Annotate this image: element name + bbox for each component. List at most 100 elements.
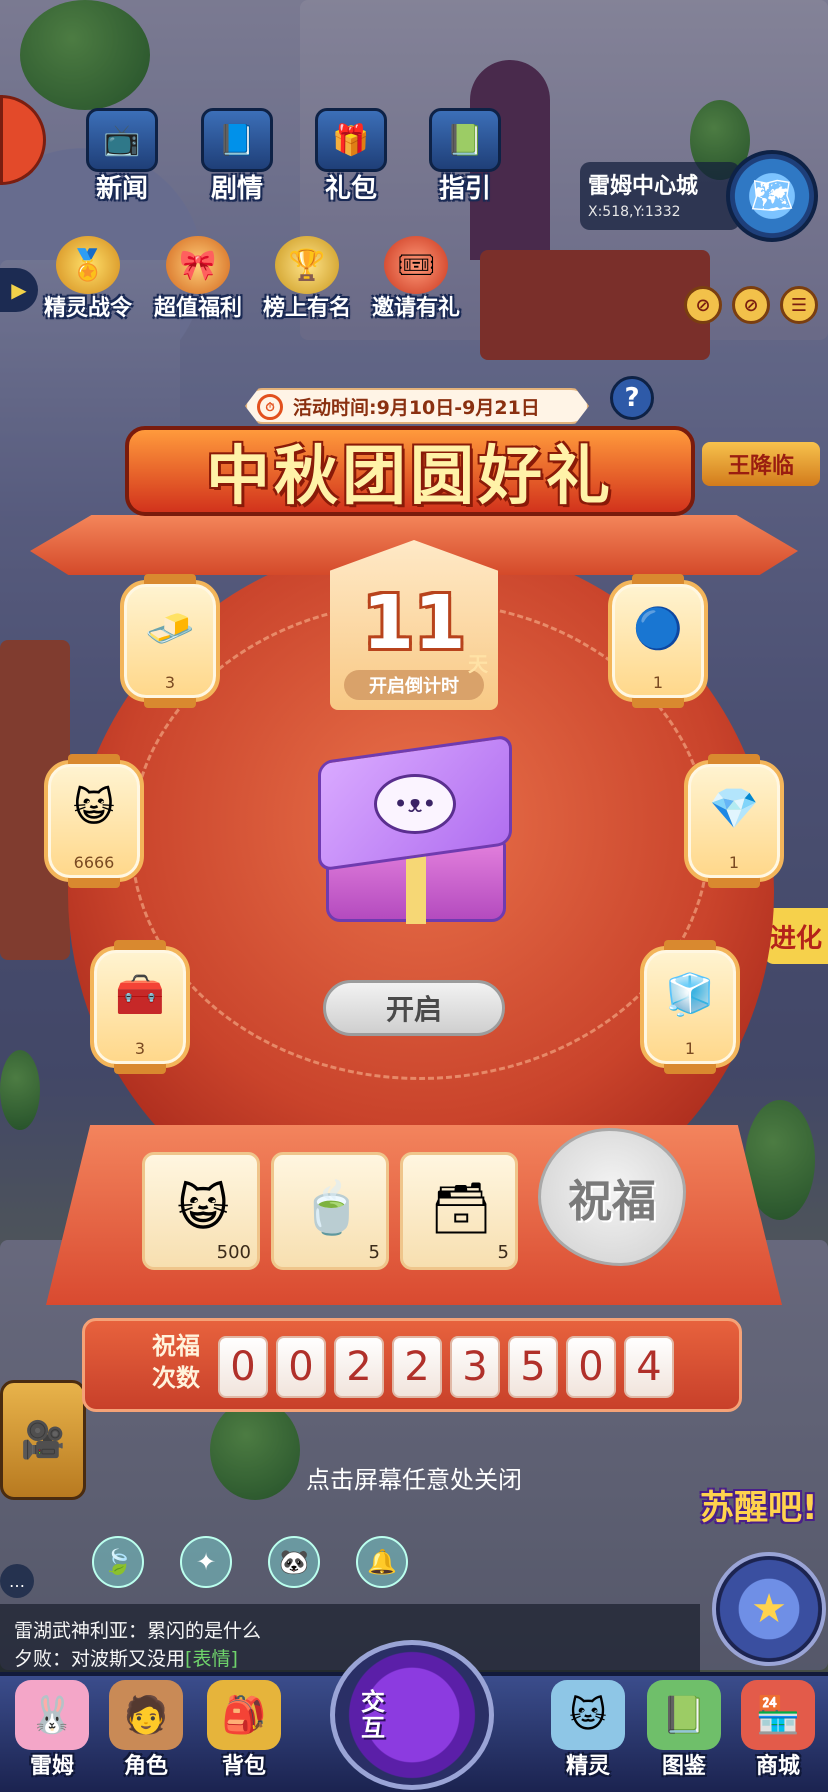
story-button[interactable]: 📘 剧情 [192, 108, 282, 205]
nav-label: 图鉴 [661, 1754, 706, 1779]
item-count: 1 [652, 673, 664, 692]
trophy-icon: 🏆 [275, 236, 339, 294]
star-icon: ★ [751, 1586, 787, 1632]
handbook-icon: 📗 [647, 1680, 721, 1750]
spirit-icon: 🐱 [551, 1680, 625, 1750]
mystery-gift-box[interactable]: •ᴥ• [312, 734, 518, 924]
item-count: 6666 [73, 853, 115, 872]
chat-speaker: 雷湖武神利亚 [14, 1620, 129, 1642]
red-treasure-chest-icon: 🧰 [115, 971, 165, 1018]
tea-cup-icon: 🍵 [300, 1178, 364, 1237]
chat-text: 累闪的是什么 [147, 1620, 262, 1642]
newspaper-icon: 📺 [86, 108, 158, 172]
invite-button[interactable]: 🎟 邀请有礼 [364, 236, 468, 322]
news-label: 新闻 [95, 174, 148, 204]
green-chest-icon: 🗃 [429, 1178, 493, 1237]
item-count: 1 [684, 1039, 696, 1058]
story-label: 剧情 [210, 174, 263, 204]
invite-ticket-icon: 🎟 [384, 236, 448, 294]
mute-music-button[interactable]: ⊘ [732, 286, 770, 324]
nav-label: 背包 [221, 1754, 266, 1779]
battle-pass-button[interactable]: 🏅 精灵战令 [36, 236, 140, 322]
bless-reward-item[interactable]: 😺 500 [142, 1152, 260, 1270]
mute-sound-button[interactable]: ⊘ [684, 286, 722, 324]
backpack-icon: 🎒 [207, 1680, 281, 1750]
nav-label: 商城 [755, 1754, 800, 1779]
help-button[interactable]: ? [610, 376, 654, 420]
gold-block-icon: 🧈 [145, 605, 195, 652]
interact-button[interactable]: 交互 [330, 1640, 494, 1790]
item-count: 5 [368, 1242, 380, 1263]
bless-count-label: 祝福次数 [152, 1332, 200, 1392]
counter-digit: 2 [334, 1336, 384, 1398]
nav-handbook[interactable]: 📗 图鉴 [636, 1680, 732, 1780]
menu-toggle-button[interactable]: ☰ [780, 286, 818, 324]
question-icon: ? [624, 383, 640, 413]
nav-backpack[interactable]: 🎒 背包 [196, 1680, 292, 1780]
chat-bubble-icon[interactable]: … [0, 1564, 34, 1598]
chat-message: 雷湖武神利亚：累闪的是什么 [14, 1620, 262, 1642]
bless-reward-item[interactable]: 🗃 5 [400, 1152, 518, 1270]
city-name: 雷姆中心城 [588, 174, 699, 199]
gift-bag-icon: 🎁 [315, 108, 387, 172]
leaf-shortcut-icon[interactable]: 🍃 [92, 1536, 144, 1588]
world-map-button[interactable]: 🗺 [726, 150, 818, 242]
counter-digit: 4 [624, 1336, 674, 1398]
bless-reward-item[interactable]: 🍵 5 [271, 1152, 389, 1270]
pink-creature-icon: 🐰 [15, 1680, 89, 1750]
invite-label: 邀请有礼 [371, 296, 460, 321]
yellow-cat-coin-icon: 😺 [73, 785, 115, 831]
chat-message: 夕败：对波斯又没用[表情] [14, 1648, 238, 1670]
evolve-banner[interactable]: 进化 [764, 908, 828, 964]
item-count: 1 [728, 853, 740, 872]
blue-crystal-icon: 💎 [709, 785, 759, 832]
nav-label: 精灵 [565, 1754, 610, 1779]
nav-spirit[interactable]: 🐱 精灵 [540, 1680, 636, 1780]
nav-shop[interactable]: 🏪 商城 [730, 1680, 826, 1780]
welfare-button[interactable]: 🎀 超值福利 [146, 236, 250, 322]
countdown-panel: 11 开启倒计时 [330, 540, 498, 710]
countdown-label: 开启倒计时 [344, 670, 484, 700]
item-count: 3 [134, 1039, 146, 1058]
location-panel: 雷姆中心城 X:518,Y:1332 [580, 162, 740, 230]
bell-shortcut-icon[interactable]: 🔔 [356, 1536, 408, 1588]
gift-pack-button[interactable]: 🎁 礼包 [306, 108, 396, 205]
clock-icon: ⏱ [257, 394, 283, 420]
panda-shortcut-icon[interactable]: 🐼 [268, 1536, 320, 1588]
guide-button[interactable]: 📗 指引 [420, 108, 510, 205]
leaderboard-button[interactable]: 🏆 榜上有名 [255, 236, 359, 322]
counter-digit: 0 [218, 1336, 268, 1398]
item-count: 5 [497, 1242, 509, 1263]
nav-leim[interactable]: 🐰 雷姆 [4, 1680, 100, 1780]
counter-digit: 0 [276, 1336, 326, 1398]
bunny-face-icon: •ᴥ• [374, 774, 456, 834]
reward-lantern[interactable]: 🧰 3 [90, 940, 190, 1074]
nav-character[interactable]: 🧑 角色 [98, 1680, 194, 1780]
shop-icon: 🏪 [741, 1680, 815, 1750]
open-button[interactable]: 开启 [323, 980, 505, 1036]
welfare-gift-icon: 🎀 [166, 236, 230, 294]
character-icon: 🧑 [109, 1680, 183, 1750]
reward-lantern[interactable]: 💎 1 [684, 754, 784, 888]
welfare-label: 超值福利 [153, 296, 242, 321]
news-button[interactable]: 📺 新闻 [77, 108, 167, 205]
guide-label: 指引 [438, 174, 491, 204]
compass-shortcut-icon[interactable]: ✦ [180, 1536, 232, 1588]
emote-tag[interactable]: [表情] [185, 1648, 238, 1670]
battle-pass-label: 精灵战令 [43, 296, 132, 321]
map-icon: 🗺 [750, 176, 794, 216]
event-title: 中秋团圆好礼 [206, 440, 614, 514]
countdown-unit: 天 [468, 652, 488, 676]
reward-lantern[interactable]: 🧊 1 [640, 940, 740, 1074]
reward-lantern[interactable]: 🔵 1 [608, 574, 708, 708]
nav-label: 雷姆 [29, 1754, 74, 1779]
list-icon: ☰ [790, 294, 808, 316]
leaderboard-label: 榜上有名 [262, 296, 351, 321]
event-time-text: 活动时间:9月10日-9月21日 [293, 396, 540, 419]
yellow-cat-coin-icon: 😺 [176, 1179, 230, 1237]
king-arrival-banner[interactable]: 王降临 [702, 442, 820, 486]
star-skill-button[interactable]: ★ [712, 1552, 826, 1666]
storybook-icon: 📘 [201, 108, 273, 172]
reward-lantern[interactable]: 😺 6666 [44, 754, 144, 888]
reward-lantern[interactable]: 🧈 3 [120, 574, 220, 708]
